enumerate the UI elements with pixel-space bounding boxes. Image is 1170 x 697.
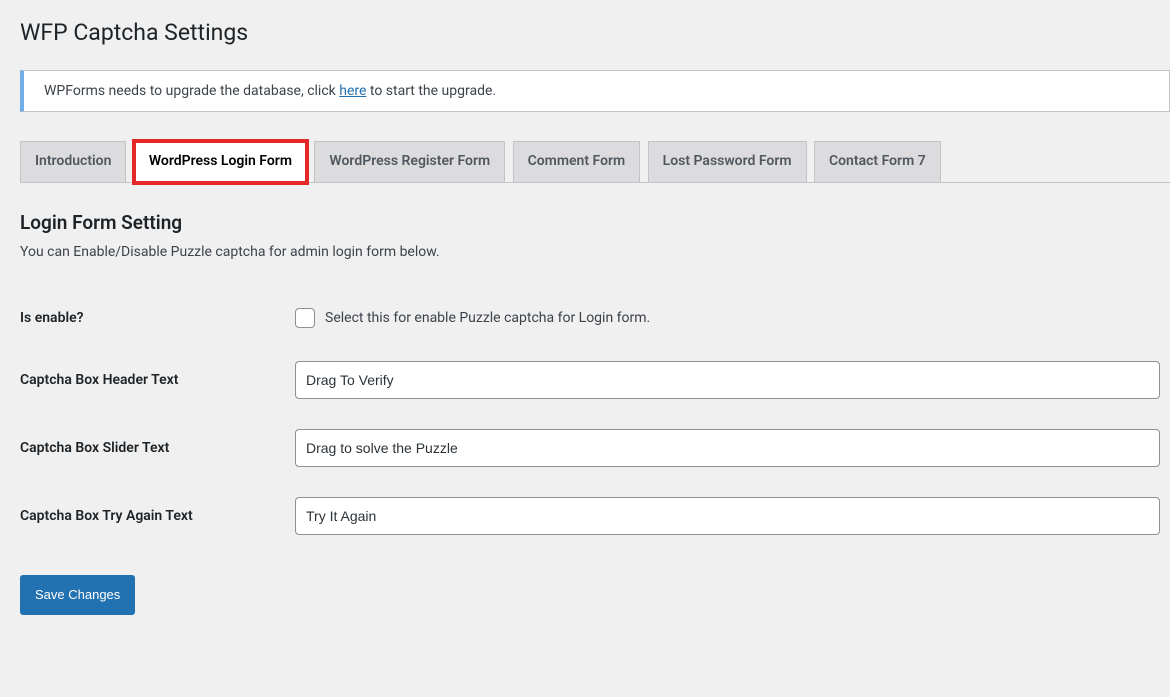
section-description: You can Enable/Disable Puzzle captcha fo… <box>20 244 1170 260</box>
slider-text-input[interactable] <box>295 429 1160 467</box>
tab-lost-password-form[interactable]: Lost Password Form <box>648 141 807 183</box>
notice-text-suffix: to start the upgrade. <box>366 83 496 99</box>
page-title: WFP Captcha Settings <box>20 10 1170 50</box>
notice-text-prefix: WPForms needs to upgrade the database, c… <box>44 83 339 99</box>
is-enable-checkbox[interactable] <box>295 308 315 328</box>
try-again-text-input[interactable] <box>295 497 1160 535</box>
header-text-input[interactable] <box>295 361 1160 399</box>
try-again-text-label: Captcha Box Try Again Text <box>20 482 295 550</box>
settings-form-table: Is enable? Select this for enable Puzzle… <box>20 290 1170 550</box>
upgrade-notice: WPForms needs to upgrade the database, c… <box>20 70 1170 112</box>
tab-comment-form[interactable]: Comment Form <box>513 141 641 183</box>
is-enable-label: Is enable? <box>20 290 295 346</box>
tab-introduction[interactable]: Introduction <box>20 141 126 183</box>
save-changes-button[interactable]: Save Changes <box>20 575 135 615</box>
slider-text-label: Captcha Box Slider Text <box>20 414 295 482</box>
upgrade-link[interactable]: here <box>339 83 366 99</box>
is-enable-row[interactable]: Select this for enable Puzzle captcha fo… <box>295 308 1160 328</box>
tab-wordpress-register-form[interactable]: WordPress Register Form <box>314 141 505 183</box>
tab-contact-form-7[interactable]: Contact Form 7 <box>814 141 941 183</box>
section-heading: Login Form Setting <box>20 211 1170 234</box>
settings-tabs: Introduction WordPress Login Form WordPr… <box>20 132 1170 183</box>
tab-wordpress-login-form[interactable]: WordPress Login Form <box>134 141 307 183</box>
is-enable-checkbox-label: Select this for enable Puzzle captcha fo… <box>325 310 650 326</box>
header-text-label: Captcha Box Header Text <box>20 346 295 414</box>
